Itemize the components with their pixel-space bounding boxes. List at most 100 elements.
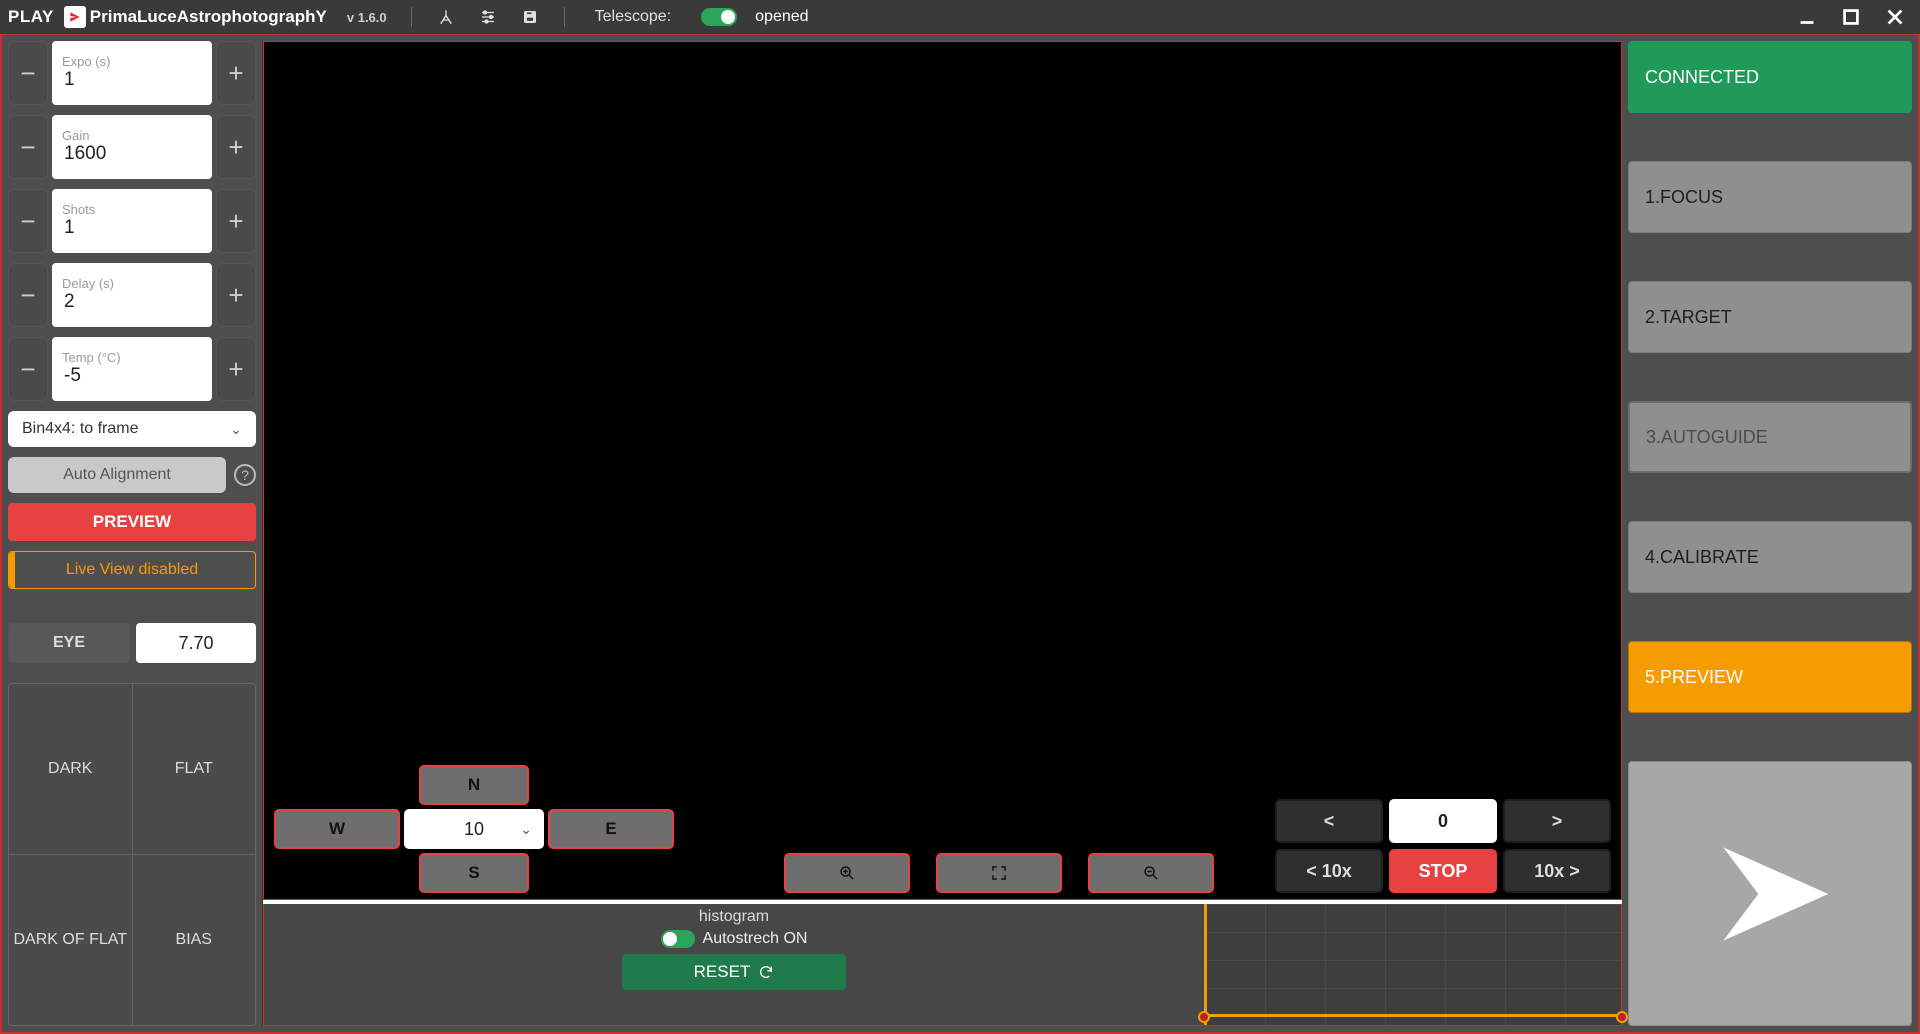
focus-button[interactable]: 1.FOCUS xyxy=(1628,161,1912,233)
eye-row: EYE 7.70 xyxy=(8,623,256,663)
autostretch-toggle[interactable] xyxy=(661,930,695,948)
histogram-handle-left[interactable] xyxy=(1198,1011,1210,1023)
titlebar: PLAY PrimaLuceAstrophotographY v 1.6.0 T… xyxy=(0,0,1920,34)
zoom-in-button[interactable] xyxy=(784,853,910,893)
brand-logo-icon xyxy=(64,6,86,28)
save-icon[interactable] xyxy=(520,7,540,27)
frame-darkofflat-button[interactable]: DARK OF FLAT xyxy=(9,855,132,1025)
histogram-reset-label: RESET xyxy=(694,962,751,982)
exposure-input[interactable] xyxy=(62,68,202,93)
pad-north-button[interactable]: N xyxy=(419,765,529,805)
gain-field[interactable]: Gain xyxy=(52,115,212,179)
window-maximize-icon[interactable] xyxy=(1834,3,1868,31)
eye-button[interactable]: EYE xyxy=(8,623,130,663)
focus-label: 1.FOCUS xyxy=(1645,187,1723,208)
temp-plus-button[interactable]: + xyxy=(216,337,256,401)
auto-alignment-row: Auto Alignment ? xyxy=(8,457,256,493)
chevron-down-icon: ⌄ xyxy=(520,821,532,838)
shots-minus-button[interactable]: − xyxy=(8,189,48,253)
window-close-icon[interactable] xyxy=(1878,3,1912,31)
delay-minus-button[interactable]: − xyxy=(8,263,48,327)
delay-input[interactable] xyxy=(62,290,202,315)
binning-select[interactable]: Bin4x4: to frame ⌄ xyxy=(8,411,256,447)
shots-plus-button[interactable]: + xyxy=(216,189,256,253)
zoom-out-button[interactable] xyxy=(1088,853,1214,893)
exposure-label: Expo (s) xyxy=(62,55,202,68)
pad-rate-value: 10 xyxy=(464,819,484,840)
gain-row: − Gain + xyxy=(8,115,256,179)
exposure-field[interactable]: Expo (s) xyxy=(52,41,212,105)
temp-minus-button[interactable]: − xyxy=(8,337,48,401)
auto-alignment-button[interactable]: Auto Alignment xyxy=(8,457,226,493)
liveview-button[interactable]: Live View disabled xyxy=(8,551,256,589)
separator xyxy=(411,7,412,27)
slew-value: 0 xyxy=(1389,799,1497,843)
gain-label: Gain xyxy=(62,129,202,142)
shots-input[interactable] xyxy=(62,216,202,241)
settings-sliders-icon[interactable] xyxy=(478,7,498,27)
zoom-in-icon xyxy=(838,864,856,882)
slew-left-button[interactable]: < xyxy=(1275,799,1383,843)
zoom-controls xyxy=(784,853,1214,893)
fit-screen-icon xyxy=(990,864,1008,882)
preview-button[interactable]: PREVIEW xyxy=(8,503,256,541)
autoguide-label: 3.AUTOGUIDE xyxy=(1646,427,1768,448)
slew-right10x-button[interactable]: 10x > xyxy=(1503,849,1611,893)
frame-dark-button[interactable]: DARK xyxy=(9,684,132,854)
connect-button[interactable]: CONNECTED xyxy=(1628,41,1912,113)
autoguide-button[interactable]: 3.AUTOGUIDE xyxy=(1628,401,1912,473)
histogram-plot[interactable] xyxy=(1204,904,1621,1025)
preview-step-button[interactable]: 5.PREVIEW xyxy=(1628,641,1912,713)
gain-minus-button[interactable]: − xyxy=(8,115,48,179)
slew-stop-button[interactable]: STOP xyxy=(1389,849,1497,893)
zoom-fit-button[interactable] xyxy=(936,853,1062,893)
histogram-title: histogram xyxy=(699,908,769,926)
target-button[interactable]: 2.TARGET xyxy=(1628,281,1912,353)
gain-input[interactable] xyxy=(62,142,202,167)
play-icon xyxy=(1700,824,1840,964)
gain-plus-button[interactable]: + xyxy=(216,115,256,179)
temp-field[interactable]: Temp (°C) xyxy=(52,337,212,401)
slew-left10x-button[interactable]: < 10x xyxy=(1275,849,1383,893)
shots-field[interactable]: Shots xyxy=(52,189,212,253)
pad-east-button[interactable]: E xyxy=(548,809,674,849)
histogram-range-bar[interactable] xyxy=(1205,1014,1621,1017)
delay-plus-button[interactable]: + xyxy=(216,263,256,327)
chevron-down-icon: ⌄ xyxy=(230,421,242,438)
frame-type-grid: DARK FLAT DARK OF FLAT BIAS xyxy=(8,683,256,1026)
histogram-reset-button[interactable]: RESET xyxy=(622,954,846,990)
exposure-minus-button[interactable]: − xyxy=(8,41,48,105)
eye-label: EYE xyxy=(53,634,85,652)
version-label: v 1.6.0 xyxy=(347,10,387,25)
delay-label: Delay (s) xyxy=(62,277,202,290)
calibrate-button[interactable]: 4.CALIBRATE xyxy=(1628,521,1912,593)
slew-rate-grid: < 0 > < 10x STOP 10x > xyxy=(1275,799,1611,893)
liveview-label: Live View disabled xyxy=(66,561,198,579)
zoom-out-icon xyxy=(1142,864,1160,882)
exposure-plus-button[interactable]: + xyxy=(216,41,256,105)
workflow-panel: CONNECTED 1.FOCUS 2.TARGET 3.AUTOGUIDE 4… xyxy=(1628,41,1912,1026)
window-minimize-icon[interactable] xyxy=(1790,3,1824,31)
pad-west-button[interactable]: W xyxy=(274,809,400,849)
preview-step-label: 5.PREVIEW xyxy=(1645,667,1743,688)
go-button[interactable] xyxy=(1628,761,1912,1026)
calibrate-label: 4.CALIBRATE xyxy=(1645,547,1759,568)
pad-south-button[interactable]: S xyxy=(419,853,529,893)
image-overlay-controls: N W 10 ⌄ E S xyxy=(264,755,1621,899)
frame-flat-button[interactable]: FLAT xyxy=(133,684,256,854)
frame-bias-button[interactable]: BIAS xyxy=(133,855,256,1025)
mount-icon[interactable] xyxy=(436,7,456,27)
binning-value: Bin4x4: to frame xyxy=(22,420,139,438)
telescope-status: opened xyxy=(755,8,808,26)
delay-field[interactable]: Delay (s) xyxy=(52,263,212,327)
histogram-handle-right[interactable] xyxy=(1616,1011,1628,1023)
image-area[interactable]: N W 10 ⌄ E S xyxy=(263,41,1622,900)
pad-rate-select[interactable]: 10 ⌄ xyxy=(404,809,544,849)
brand-name: PrimaLuceAstrophotographY xyxy=(90,7,327,27)
telescope-toggle[interactable] xyxy=(701,8,737,26)
shots-row: − Shots + xyxy=(8,189,256,253)
slew-right-button[interactable]: > xyxy=(1503,799,1611,843)
connect-label: CONNECTED xyxy=(1645,67,1759,88)
temp-input[interactable] xyxy=(62,364,202,389)
help-icon[interactable]: ? xyxy=(234,464,256,486)
